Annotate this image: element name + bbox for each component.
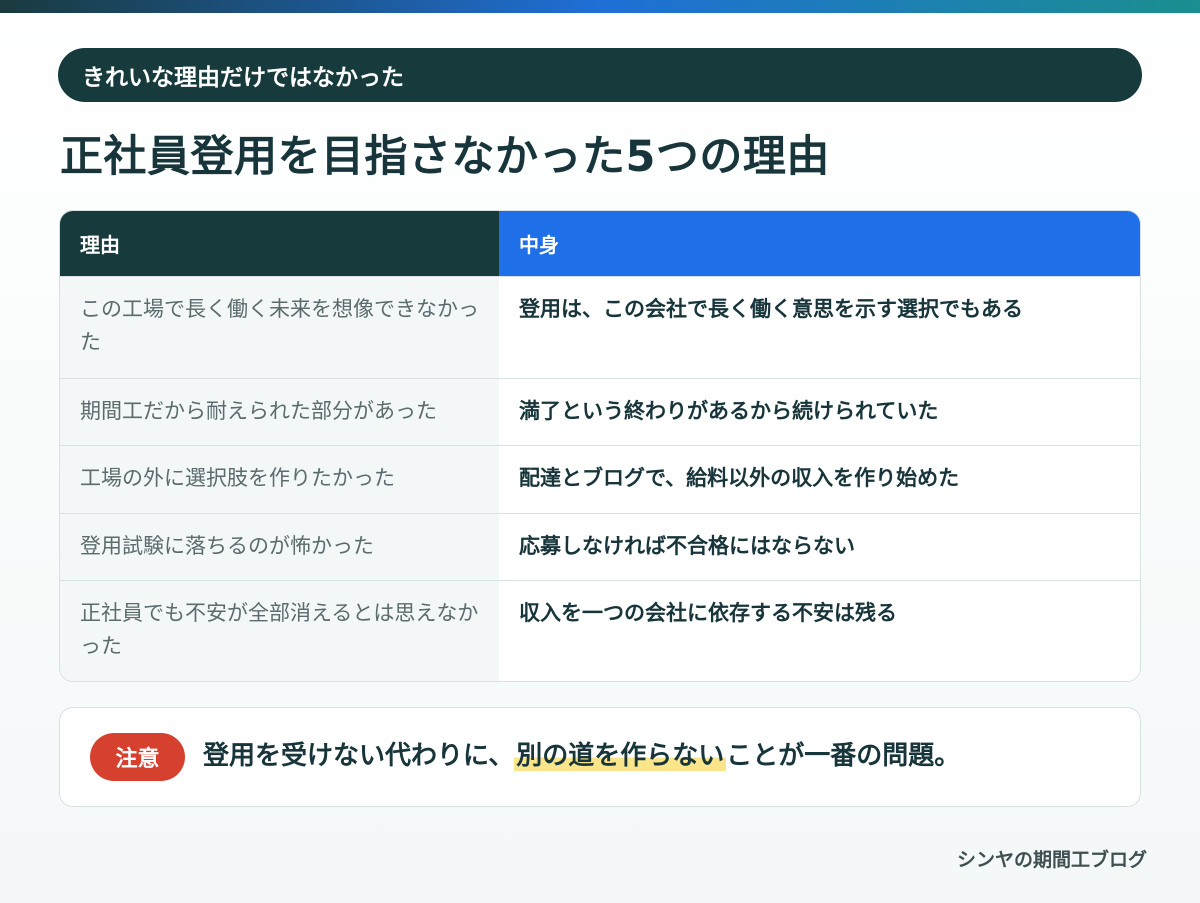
top-gradient-bar [0,0,1200,13]
table-row: 正社員でも不安が全部消えるとは思えなかった 収入を一つの会社に依存する不安は残る [60,580,1140,681]
caution-note: 注意 登用を受けない代わりに、別の道を作らないことが一番の問題。 [59,707,1141,807]
reason-cell: 登用試験に落ちるのが怖かった [60,514,499,580]
caution-text-highlight: 別の道を作らない [514,741,727,771]
table-row: 期間工だから耐えられた部分があった 満了という終わりがあるから続けられていた [60,378,1140,445]
page-title: 正社員登用を目指さなかった5つの理由 [60,132,830,182]
reason-cell: この工場で長く働く未来を想像できなかった [60,277,499,378]
reasons-table: 理由 中身 この工場で長く働く未来を想像できなかった 登用は、この会社で長く働く… [59,210,1141,682]
caution-text: 登用を受けない代わりに、別の道を作らないことが一番の問題。 [203,736,960,776]
detail-cell: 登用は、この会社で長く働く意思を示す選択でもある [499,277,1140,378]
caution-text-after: ことが一番の問題。 [726,741,961,771]
section-pill: きれいな理由だけではなかった [58,48,1142,102]
column-header-detail: 中身 [499,211,1140,276]
table-row: 工場の外に選択肢を作りたかった 配達とブログで、給料以外の収入を作り始めた [60,445,1140,513]
reason-cell: 正社員でも不安が全部消えるとは思えなかった [60,581,499,681]
reason-cell: 工場の外に選択肢を作りたかった [60,446,499,513]
detail-cell: 満了という終わりがあるから続けられていた [499,379,1140,445]
detail-cell: 配達とブログで、給料以外の収入を作り始めた [499,446,1140,513]
caution-text-before: 登用を受けない代わりに、 [203,741,515,771]
section-pill-text: きれいな理由だけではなかった [82,65,404,91]
column-header-reason: 理由 [60,211,499,276]
table-row: 登用試験に落ちるのが怖かった 応募しなければ不合格にはならない [60,513,1140,580]
caution-badge: 注意 [90,733,185,781]
table-header: 理由 中身 [60,211,1140,276]
detail-cell: 応募しなければ不合格にはならない [499,514,1140,580]
detail-cell: 収入を一つの会社に依存する不安は残る [499,581,1140,681]
blog-credit: シンヤの期間工ブログ [956,849,1147,871]
reason-cell: 期間工だから耐えられた部分があった [60,379,499,445]
table-row: この工場で長く働く未来を想像できなかった 登用は、この会社で長く働く意思を示す選… [60,276,1140,378]
